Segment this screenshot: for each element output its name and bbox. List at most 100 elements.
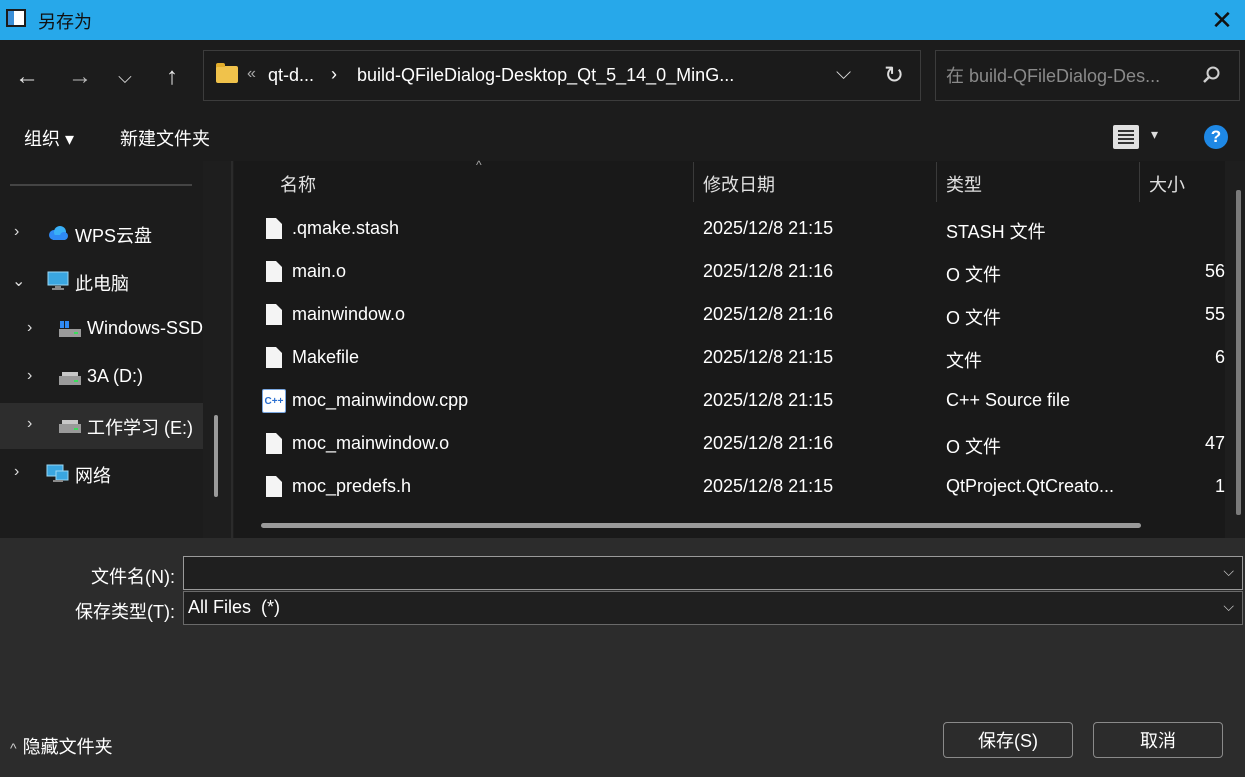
chevron-down-icon[interactable]: ⌵ [1223,563,1234,580]
file-type: STASH 文件 [946,222,1046,242]
file-row[interactable]: mainwindow.o 2025/12/8 21:16 O 文件 55 [234,295,1225,338]
sidebar-item-network[interactable]: › 网络 [0,451,203,497]
address-bar[interactable]: « qt-d... › build-QFileDialog-Desktop_Qt… [203,50,921,101]
expand-chevron-icon[interactable]: › [27,367,32,385]
file-modified: 2025/12/8 21:15 [703,390,834,410]
expand-chevron-icon[interactable]: › [27,319,32,337]
file-row[interactable]: moc_predefs.h 2025/12/8 21:15 QtProject.… [234,467,1225,510]
cloud-icon [49,226,68,240]
column-divider[interactable] [1139,162,1140,202]
file-modified: 2025/12/8 21:16 [703,304,834,324]
address-dropdown-button[interactable]: ⌵ [836,62,851,85]
chevron-up-icon: ^ [10,740,17,756]
drive-icon [59,321,81,337]
sidebar-scrollbar[interactable] [214,415,218,497]
search-input[interactable] [936,51,1198,102]
file-icon [266,261,282,282]
file-type: O 文件 [946,437,1002,457]
sidebar-item-label: 此电脑 [75,274,129,294]
file-modified: 2025/12/8 21:15 [703,218,834,238]
expand-chevron-icon[interactable]: › [14,223,19,241]
file-name: .qmake.stash [292,218,400,238]
file-modified: 2025/12/8 21:15 [703,476,834,496]
sidebar-item-drive-e[interactable]: › 工作学习 (E:) [0,403,203,449]
hide-folders-toggle[interactable]: ^ 隐藏文件夹 [10,733,113,759]
filename-combobox[interactable]: ⌵ [183,556,1243,590]
save-button[interactable]: 保存(S) [943,722,1073,758]
file-size: 6 [1214,347,1225,367]
refresh-button[interactable]: ↻ [884,61,904,90]
file-modified: 2025/12/8 21:15 [703,347,834,367]
search-box[interactable] [935,50,1240,102]
file-row[interactable]: moc_mainwindow.o 2025/12/8 21:16 O 文件 47 [234,424,1225,467]
file-row[interactable]: main.o 2025/12/8 21:16 O 文件 56 [234,252,1225,295]
sidebar-divider [10,184,192,186]
filetype-label: 保存类型(T): [75,602,175,622]
help-icon[interactable]: ? [1204,125,1228,149]
app-window-icon [6,9,26,27]
column-divider[interactable] [693,162,694,202]
expand-chevron-icon[interactable]: › [27,415,32,433]
file-name: moc_predefs.h [292,476,412,496]
file-row[interactable]: .qmake.stash 2025/12/8 21:15 STASH 文件 [234,209,1225,252]
cancel-button[interactable]: 取消 [1093,722,1223,758]
collapse-chevron-icon[interactable]: ⌄ [12,271,25,291]
file-name: main.o [292,261,347,281]
breadcrumb-segment[interactable]: qt-d... [268,65,314,86]
horizontal-scrollbar[interactable] [261,523,1141,528]
title-bar [0,0,1245,40]
file-row[interactable]: C++ moc_mainwindow.cpp 2025/12/8 21:15 C… [234,381,1225,424]
pane-splitter[interactable] [231,161,233,538]
file-modified: 2025/12/8 21:16 [703,433,834,453]
drive-icon [59,420,81,433]
file-icon [266,433,282,454]
back-button[interactable]: ← [12,62,42,92]
breadcrumb-segment-current[interactable]: build-QFileDialog-Desktop_Qt_5_14_0_MinG… [357,65,734,86]
new-folder-button[interactable]: 新建文件夹 [120,125,210,151]
file-type: C++ Source file [946,390,1071,410]
sidebar-item-label: 网络 [75,466,111,486]
file-size: 56 [1204,261,1225,281]
computer-icon [47,271,69,290]
cpp-file-icon: C++ [262,389,286,413]
file-modified: 2025/12/8 21:16 [703,261,834,281]
recent-locations-button[interactable]: ⌵ [110,62,140,92]
sidebar-item-this-pc[interactable]: ⌄ 此电脑 [0,259,203,305]
close-button[interactable]: ✕ [1199,0,1245,40]
view-options-icon[interactable] [1113,125,1139,149]
filetype-select[interactable]: All Files (*) ⌵ [183,591,1243,625]
expand-chevron-icon[interactable]: › [14,463,19,481]
column-header-size[interactable]: 大小 [1149,171,1185,197]
sidebar-item-label: 工作学习 (E:) [87,418,193,438]
file-icon [266,476,282,497]
file-name: Makefile [292,347,360,367]
sidebar-item-drive-d[interactable]: › 3A (D:) [0,355,203,401]
column-header-name[interactable]: 名称 [280,171,316,197]
vertical-scrollbar[interactable] [1236,190,1241,515]
chevron-down-icon[interactable]: ⌵ [1223,598,1234,615]
column-header-modified[interactable]: 修改日期 [703,171,775,197]
file-icon [266,218,282,239]
file-type: QtProject.QtCreato... [946,476,1115,496]
sidebar-item-wps-cloud[interactable]: › WPS云盘 [0,211,203,257]
file-type: O 文件 [946,265,1002,285]
file-type: 文件 [946,351,982,371]
sidebar-item-label: 3A (D:) [87,366,144,386]
organize-menu[interactable]: 组织 ▾ [24,125,74,151]
up-button[interactable]: ↑ [157,62,187,92]
sort-ascending-icon: ^ [476,158,482,172]
column-divider[interactable] [936,162,937,202]
address-overflow[interactable]: « [247,65,256,83]
forward-button[interactable]: → [65,62,95,92]
network-icon [46,464,69,482]
column-header-type[interactable]: 类型 [946,171,982,197]
file-row[interactable]: Makefile 2025/12/8 21:15 文件 6 [234,338,1225,381]
breadcrumb-separator[interactable]: › [331,64,337,85]
file-name: moc_mainwindow.o [292,433,450,453]
sidebar-item-label: WPS云盘 [75,226,153,246]
navigation-pane: › WPS云盘 ⌄ 此电脑 › Windows-SSD › 3A (D:) › … [0,161,203,538]
search-icon[interactable] [1200,63,1224,87]
view-dropdown-button[interactable]: ▾ [1151,126,1158,143]
sidebar-item-windows-ssd[interactable]: › Windows-SSD [0,307,203,353]
filename-label: 文件名(N): [91,567,175,587]
